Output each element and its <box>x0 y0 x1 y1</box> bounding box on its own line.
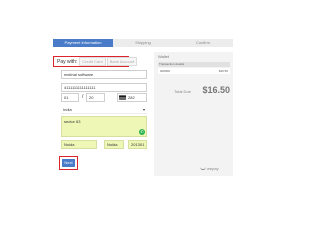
wepay-logo: wepay <box>200 166 219 171</box>
cvv-value: 282 <box>128 95 135 100</box>
country-value: India <box>63 107 72 112</box>
summary-title: Wallet <box>158 54 169 59</box>
whatsapp-icon[interactable]: ✆ <box>139 129 145 135</box>
name-on-card-field[interactable]: mekhal software <box>61 70 147 79</box>
progress-steps: Payment Information Shipping Confirm <box>53 39 233 47</box>
pay-with-label: Pay with: <box>56 57 79 66</box>
expiry-month-field[interactable]: 01 <box>61 93 79 102</box>
card-back-icon <box>119 95 126 100</box>
step-payment-information: Payment Information <box>53 39 113 47</box>
total-due-value: $16.50 <box>202 85 230 95</box>
tab-bank-account[interactable]: Bank Account <box>106 57 138 66</box>
state-field[interactable]: Noida <box>104 140 124 149</box>
summary-header: Transaction details <box>158 62 230 67</box>
zip-field[interactable]: 201301 <box>128 140 147 149</box>
wepay-mark-icon <box>200 167 206 170</box>
city-field[interactable]: Noida <box>61 140 97 149</box>
next-button[interactable]: Next <box>62 159 75 167</box>
tab-credit-card[interactable]: Credit Card <box>79 57 106 66</box>
country-select[interactable]: India ▾ <box>61 106 147 114</box>
expiry-year-field[interactable]: 20 <box>86 93 105 102</box>
summary-row-amount: $16.50 <box>218 69 228 73</box>
summary-row-label: 000000 <box>160 69 171 73</box>
wepay-brand: wepay <box>207 166 219 171</box>
total-due-label: Total Due <box>174 89 191 94</box>
summary-row: 000000 $16.50 <box>158 68 230 74</box>
address-value: sector 63 <box>64 119 81 124</box>
payment-method-tabs: Pay with: Credit Card Bank Account <box>53 56 138 67</box>
cvv-field[interactable]: 282 <box>117 93 147 102</box>
step-confirm: Confirm <box>195 40 210 45</box>
expiry-separator: / <box>82 94 84 100</box>
chevron-down-icon: ▾ <box>142 107 145 112</box>
next-button-highlight: Next <box>59 156 78 170</box>
order-summary: Wallet Transaction details 000000 $16.50… <box>154 52 233 176</box>
address-field[interactable]: sector 63 ✆ <box>61 116 147 137</box>
step-shipping: Shipping <box>135 40 151 45</box>
card-number-field[interactable]: 4111111111111111 <box>61 83 147 92</box>
